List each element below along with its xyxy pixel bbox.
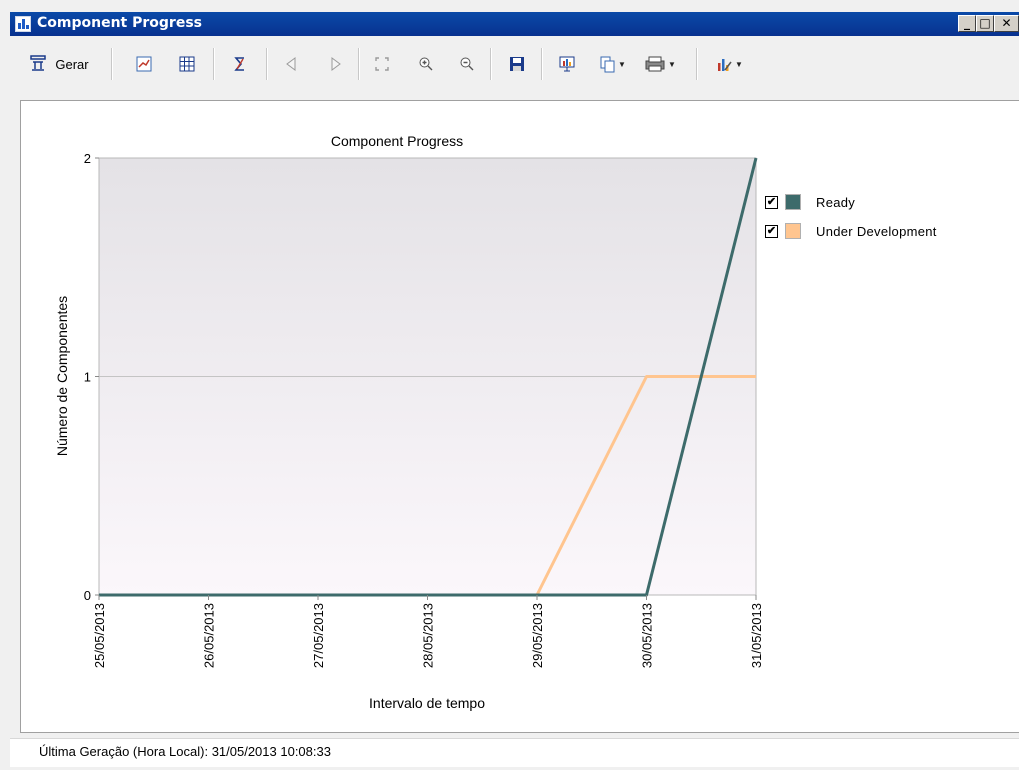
legend-item-under-development[interactable]: ✔ Under Development bbox=[765, 221, 1005, 241]
status-bar: Última Geração (Hora Local): 31/05/2013 … bbox=[10, 738, 1019, 767]
legend-checkbox[interactable]: ✔ bbox=[765, 224, 778, 238]
legend-label: Under Development bbox=[816, 223, 937, 239]
x-tick-label: 26/05/2013 bbox=[202, 603, 217, 668]
x-tick-label: 27/05/2013 bbox=[311, 603, 326, 668]
x-tick-label: 25/05/2013 bbox=[92, 603, 107, 668]
legend-item-ready[interactable]: ✔ Ready bbox=[765, 192, 1005, 212]
y-tick-label: 1 bbox=[84, 370, 91, 385]
y-tick-label: 0 bbox=[84, 588, 91, 603]
chart-title: Component Progress bbox=[331, 133, 463, 149]
x-tick-label: 30/05/2013 bbox=[640, 603, 655, 668]
x-axis-label: Intervalo de tempo bbox=[369, 695, 485, 711]
legend-swatch bbox=[785, 194, 801, 210]
line-chart: Component Progress 0 1 2 25/05/2013 26/05/20… bbox=[54, 133, 764, 711]
y-axis-label: Número de Componentes bbox=[54, 296, 70, 456]
legend-swatch bbox=[785, 223, 801, 239]
x-tick-label: 31/05/2013 bbox=[749, 603, 764, 668]
report-window: Component Progress _ □ ✕ Gerar ▼ ▼ ▼ Com… bbox=[0, 0, 1019, 770]
last-generated-label: Última Geração (Hora Local): bbox=[39, 744, 209, 759]
last-generated-value: 31/05/2013 10:08:33 bbox=[211, 744, 331, 759]
legend-label: Ready bbox=[816, 194, 856, 210]
y-tick-label: 2 bbox=[84, 151, 91, 166]
last-generated-text: Última Geração (Hora Local): 31/05/2013 … bbox=[39, 744, 331, 759]
x-tick-label: 28/05/2013 bbox=[421, 603, 436, 668]
x-tick-label: 29/05/2013 bbox=[530, 603, 545, 668]
legend-checkbox[interactable]: ✔ bbox=[765, 195, 778, 209]
